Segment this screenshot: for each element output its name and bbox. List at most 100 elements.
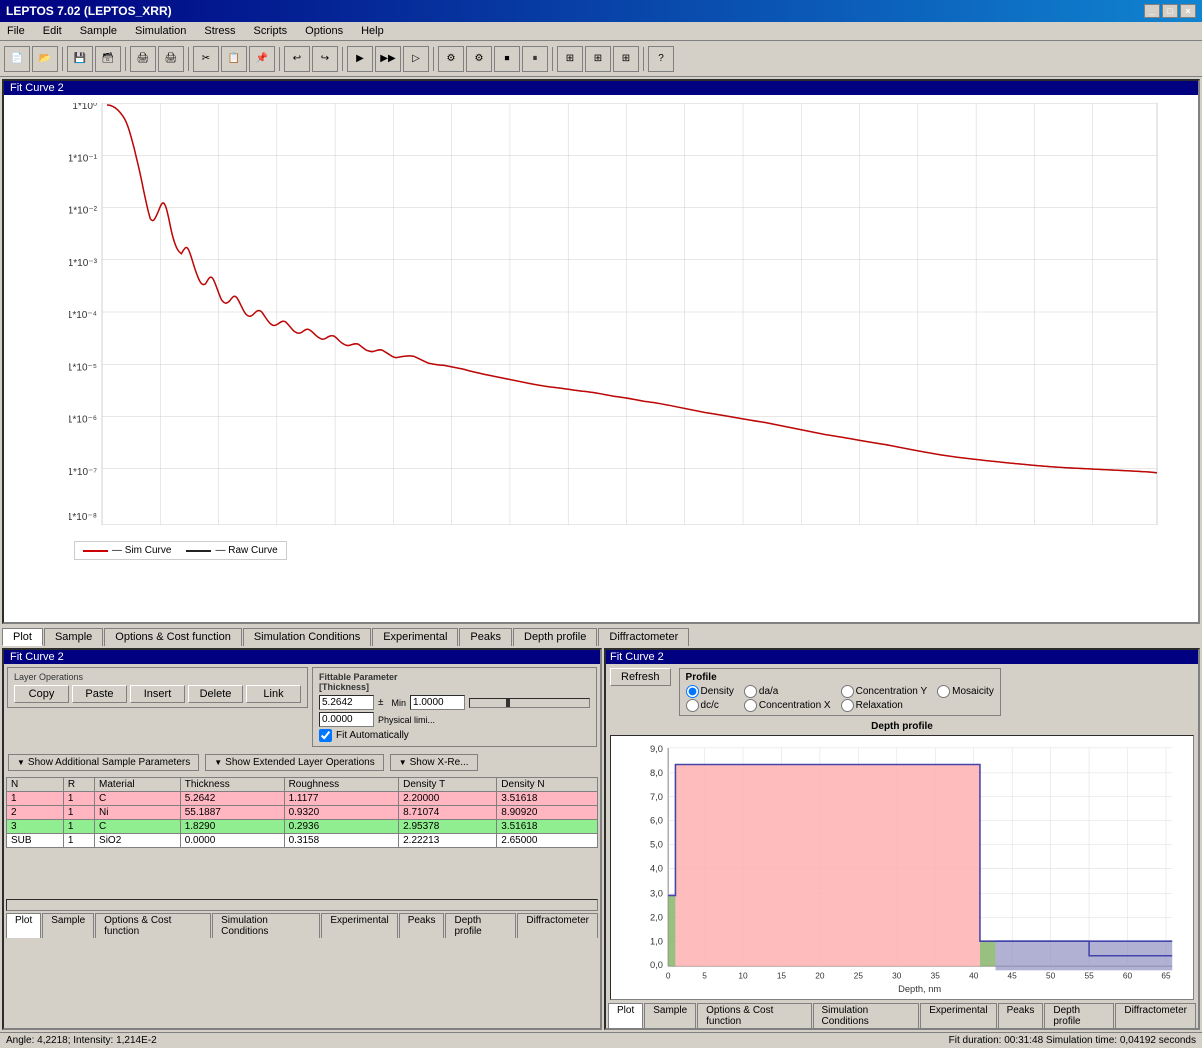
toolbar-pause[interactable]: ⏸ bbox=[522, 46, 548, 72]
btab-depth[interactable]: Depth profile bbox=[445, 913, 516, 938]
show-x-btn[interactable]: ▼ Show X-Re... bbox=[390, 754, 478, 771]
cell-r: 1 bbox=[63, 806, 94, 820]
min-value-input[interactable] bbox=[410, 695, 465, 710]
radio-conc-x-input[interactable] bbox=[744, 699, 757, 712]
horizontal-scrollbar[interactable] bbox=[6, 899, 598, 911]
rbtab-sim-conditions[interactable]: Simulation Conditions bbox=[813, 1003, 920, 1028]
toolbar-copy[interactable]: 📋 bbox=[221, 46, 247, 72]
show-extended-btn[interactable]: ▼ Show Extended Layer Operations bbox=[205, 754, 383, 771]
radio-daa[interactable]: da/a bbox=[744, 685, 831, 698]
rbtab-peaks[interactable]: Peaks bbox=[998, 1003, 1044, 1028]
rbtab-depth[interactable]: Depth profile bbox=[1044, 1003, 1114, 1028]
toolbar-sim[interactable]: ⚙ bbox=[438, 46, 464, 72]
menu-options[interactable]: Options bbox=[302, 24, 346, 38]
show-additional-btn[interactable]: ▼ Show Additional Sample Parameters bbox=[8, 754, 199, 771]
toolbar-print2[interactable]: 🖨 bbox=[158, 46, 184, 72]
maximize-btn[interactable]: □ bbox=[1162, 4, 1178, 18]
radio-density[interactable]: Density bbox=[686, 685, 734, 698]
radio-conc-y-input[interactable] bbox=[841, 685, 854, 698]
svg-text:1*10⁻⁶: 1*10⁻⁶ bbox=[69, 415, 97, 426]
radio-mosaicity[interactable]: Mosaicity bbox=[937, 685, 994, 698]
toolbar-new[interactable]: 📄 bbox=[4, 46, 30, 72]
rbtab-diffractometer[interactable]: Diffractometer bbox=[1115, 1003, 1196, 1028]
cell-thickness: 1.8290 bbox=[180, 820, 284, 834]
slider[interactable] bbox=[469, 698, 590, 708]
tab-sample[interactable]: Sample bbox=[44, 628, 103, 646]
radio-relaxation[interactable]: Relaxation bbox=[841, 699, 928, 712]
btab-plot[interactable]: Plot bbox=[6, 913, 41, 938]
tab-sim-conditions[interactable]: Simulation Conditions bbox=[243, 628, 371, 646]
toolbar-grid3[interactable]: ⊞ bbox=[613, 46, 639, 72]
toolbar-open[interactable]: 📂 bbox=[32, 46, 58, 72]
svg-text:55: 55 bbox=[1084, 971, 1094, 981]
table-row[interactable]: 3 1 C 1.8290 0.2936 2.95378 3.51618 bbox=[7, 820, 598, 834]
toolbar-redo[interactable]: ↪ bbox=[312, 46, 338, 72]
toolbar-run2[interactable]: ▶▶ bbox=[375, 46, 401, 72]
tab-options[interactable]: Options & Cost function bbox=[104, 628, 242, 646]
svg-text:1*10⁻⁸: 1*10⁻⁸ bbox=[69, 512, 97, 523]
rbtab-plot[interactable]: Plot bbox=[608, 1003, 643, 1028]
toolbar-paste[interactable]: 📌 bbox=[249, 46, 275, 72]
btab-sample[interactable]: Sample bbox=[42, 913, 94, 938]
toolbar-sep-5 bbox=[342, 47, 343, 71]
expand-arrow-3: ▼ bbox=[399, 758, 407, 767]
menu-edit[interactable]: Edit bbox=[40, 24, 65, 38]
copy-button[interactable]: Copy bbox=[14, 685, 69, 703]
radio-conc-y[interactable]: Concentration Y bbox=[841, 685, 928, 698]
radio-dc[interactable]: dc/c bbox=[686, 699, 734, 712]
toolbar-grid2[interactable]: ⊞ bbox=[585, 46, 611, 72]
tab-peaks[interactable]: Peaks bbox=[459, 628, 512, 646]
radio-conc-x[interactable]: Concentration X bbox=[744, 699, 831, 712]
toolbar-run3[interactable]: ▷ bbox=[403, 46, 429, 72]
toolbar-save[interactable]: 💾 bbox=[67, 46, 93, 72]
refresh-button[interactable]: Refresh bbox=[610, 668, 671, 686]
btab-experimental[interactable]: Experimental bbox=[321, 913, 397, 938]
title-bar-buttons[interactable]: _ □ × bbox=[1144, 4, 1196, 18]
radio-density-input[interactable] bbox=[686, 685, 699, 698]
table-row[interactable]: 2 1 Ni 55.1887 0.9320 8.71074 8.90920 bbox=[7, 806, 598, 820]
rbtab-sample[interactable]: Sample bbox=[644, 1003, 696, 1028]
radio-daa-input[interactable] bbox=[744, 685, 757, 698]
toolbar-print[interactable]: 🖨 bbox=[130, 46, 156, 72]
tab-plot[interactable]: Plot bbox=[2, 628, 43, 646]
btab-peaks[interactable]: Peaks bbox=[399, 913, 445, 938]
toolbar-undo[interactable]: ↩ bbox=[284, 46, 310, 72]
tab-depth-profile[interactable]: Depth profile bbox=[513, 628, 597, 646]
toolbar-sim2[interactable]: ⚙ bbox=[466, 46, 492, 72]
fit-auto-checkbox[interactable] bbox=[319, 729, 332, 742]
fittable-value-input[interactable] bbox=[319, 695, 374, 710]
close-btn[interactable]: × bbox=[1180, 4, 1196, 18]
delete-button[interactable]: Delete bbox=[188, 685, 243, 703]
radio-relaxation-input[interactable] bbox=[841, 699, 854, 712]
tab-diffractometer[interactable]: Diffractometer bbox=[598, 628, 689, 646]
menu-stress[interactable]: Stress bbox=[201, 24, 238, 38]
left-panel: Fit Curve 2 Layer Operations Copy Paste … bbox=[2, 648, 602, 1030]
toolbar-help[interactable]: ? bbox=[648, 46, 674, 72]
insert-button[interactable]: Insert bbox=[130, 685, 185, 703]
menu-file[interactable]: File bbox=[4, 24, 28, 38]
toolbar-run[interactable]: ▶ bbox=[347, 46, 373, 72]
rbtab-options[interactable]: Options & Cost function bbox=[697, 1003, 811, 1028]
table-row[interactable]: 1 1 C 5.2642 1.1177 2.20000 3.51618 bbox=[7, 792, 598, 806]
menu-help[interactable]: Help bbox=[358, 24, 387, 38]
tab-experimental[interactable]: Experimental bbox=[372, 628, 458, 646]
toolbar-save2[interactable]: 🗃 bbox=[95, 46, 121, 72]
toolbar-cut[interactable]: ✂ bbox=[193, 46, 219, 72]
link-button[interactable]: Link bbox=[246, 685, 301, 703]
paste-button[interactable]: Paste bbox=[72, 685, 127, 703]
btab-diffractometer[interactable]: Diffractometer bbox=[517, 913, 598, 938]
table-row[interactable]: SUB 1 SiO2 0.0000 0.3158 2.22213 2.65000 bbox=[7, 834, 598, 848]
toolbar-grid[interactable]: ⊞ bbox=[557, 46, 583, 72]
rbtab-experimental[interactable]: Experimental bbox=[920, 1003, 996, 1028]
radio-dc-input[interactable] bbox=[686, 699, 699, 712]
btab-options[interactable]: Options & Cost function bbox=[95, 913, 211, 938]
svg-text:0,0: 0,0 bbox=[650, 960, 663, 970]
minimize-btn[interactable]: _ bbox=[1144, 4, 1160, 18]
menu-simulation[interactable]: Simulation bbox=[132, 24, 189, 38]
menu-sample[interactable]: Sample bbox=[77, 24, 120, 38]
btab-sim-conditions[interactable]: Simulation Conditions bbox=[212, 913, 320, 938]
second-value-input[interactable] bbox=[319, 712, 374, 727]
radio-mosaicity-input[interactable] bbox=[937, 685, 950, 698]
toolbar-stop[interactable]: ⏹ bbox=[494, 46, 520, 72]
menu-scripts[interactable]: Scripts bbox=[251, 24, 291, 38]
